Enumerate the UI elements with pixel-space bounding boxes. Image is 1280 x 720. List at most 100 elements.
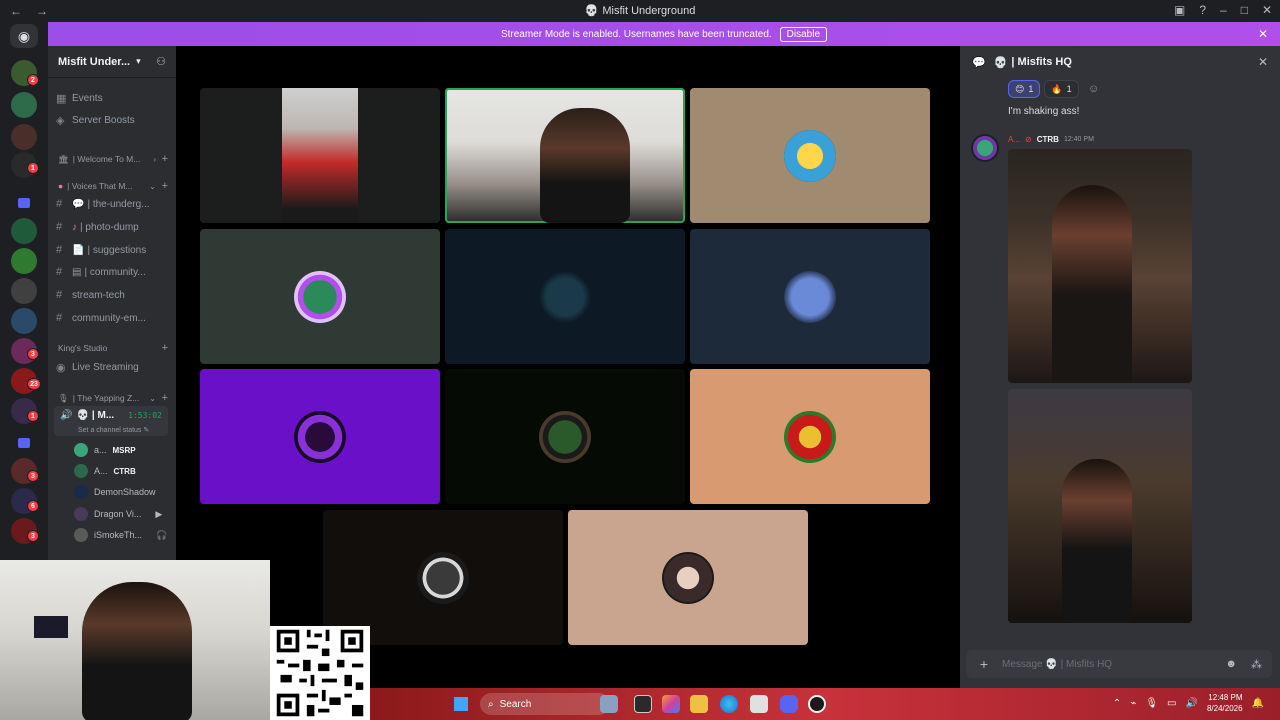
apps-icon[interactable]: ⁂: [1251, 658, 1262, 671]
display-icon[interactable]: ▭: [1167, 698, 1176, 709]
close-window-button[interactable]: ✕: [1262, 3, 1272, 17]
channel-the-underground[interactable]: # 💬 | the-underg...: [56, 194, 170, 214]
folder-icon[interactable]: [18, 438, 30, 448]
video-tile[interactable]: [690, 369, 930, 504]
voice-user[interactable]: Dragon Vi... ▶: [74, 504, 162, 524]
discord-taskbar-icon[interactable]: [780, 695, 798, 713]
unread-badge: 1: [27, 162, 39, 174]
video-tile[interactable]: [690, 229, 930, 364]
window-titlebar: ← → 💀 Misfit Underground ▣ ? – □ ✕: [0, 0, 1280, 22]
image-attachment[interactable]: [1008, 149, 1192, 383]
add-member-icon[interactable]: ⚇: [156, 55, 166, 68]
avatar[interactable]: [971, 134, 999, 162]
network-icon[interactable]: ⌁: [1130, 698, 1136, 709]
channel-community[interactable]: # ▤ | community...: [56, 262, 170, 282]
video-tile[interactable]: [690, 88, 930, 223]
reaction-button[interactable]: 😊 1: [1008, 80, 1041, 98]
server-icon[interactable]: [11, 92, 37, 118]
obs-icon[interactable]: [808, 695, 826, 713]
avatar: [539, 270, 591, 323]
message-input[interactable]: Message 💀 | Misfits HQ: [1002, 659, 1112, 670]
category-kings-studio[interactable]: King's Studio +: [58, 341, 168, 355]
channel-label: Live Streaming: [72, 361, 139, 373]
hash-icon: #: [56, 244, 63, 256]
taskbar-search[interactable]: ⌕ Search: [480, 693, 610, 715]
add-channel-icon[interactable]: +: [162, 153, 168, 165]
help-icon[interactable]: ?: [1199, 3, 1206, 17]
minimize-button[interactable]: –: [1220, 3, 1227, 17]
server-icon[interactable]: [11, 124, 37, 150]
disable-button[interactable]: Disable: [779, 26, 828, 42]
author-name[interactable]: A...: [1008, 135, 1020, 144]
banner-text: Streamer Mode is enabled. Usernames have…: [500, 28, 772, 40]
channel-suggestions[interactable]: # 📄 | suggestions: [56, 240, 170, 260]
notification-bell-icon[interactable]: 🔔: [1252, 698, 1264, 709]
channel-photo-dump[interactable]: # ♪ | photo-dump: [56, 217, 170, 237]
video-tile[interactable]: [445, 369, 685, 504]
microphone-icon[interactable]: 🎙: [1145, 698, 1158, 709]
close-icon[interactable]: ✕: [1258, 55, 1268, 69]
message-text: I'm shaking ass!: [1008, 106, 1080, 117]
server-header[interactable]: Misfit Under... ▾ ⚇: [48, 46, 176, 78]
voice-user[interactable]: a... MSRP: [74, 440, 136, 460]
server-icon[interactable]: [11, 278, 37, 304]
add-channel-icon[interactable]: +: [162, 342, 168, 354]
avatar: [539, 410, 591, 463]
file-explorer-icon[interactable]: [690, 695, 708, 713]
voice-user[interactable]: A... CTRB: [74, 461, 136, 481]
discord-home-icon[interactable]: ◉: [10, 24, 38, 48]
sidebar-item-label: Server Boosts: [72, 114, 135, 126]
pin-icon: ♪: [72, 221, 77, 233]
channel-stream-tech[interactable]: # stream-tech: [56, 285, 170, 305]
channel-status[interactable]: Set a channel status ✎: [78, 426, 149, 434]
video-tile[interactable]: [200, 88, 440, 223]
video-tile-speaking[interactable]: [445, 88, 685, 223]
edge-icon[interactable]: [720, 695, 738, 713]
folder-icon[interactable]: [18, 198, 30, 208]
video-tile[interactable]: [323, 510, 563, 645]
voice-user-name: A...: [94, 466, 108, 476]
image-attachment[interactable]: [1008, 389, 1192, 623]
hash-icon: #: [56, 266, 63, 278]
category-voices[interactable]: ● | Voices That M... ⌄ +: [58, 179, 168, 193]
add-reaction-icon[interactable]: ☺: [1083, 80, 1105, 98]
voice-user[interactable]: DemonShadow: [74, 482, 156, 502]
server-icon[interactable]: [11, 248, 37, 274]
add-attachment-icon[interactable]: +: [966, 656, 1002, 672]
voice-user[interactable]: iSmokeTh... 🎧: [74, 525, 167, 545]
message-composer[interactable]: + Message 💀 | Misfits HQ ☻ ⁂: [966, 650, 1272, 678]
add-channel-icon[interactable]: +: [162, 392, 168, 404]
maximize-button[interactable]: □: [1241, 3, 1248, 17]
channel-live-streaming[interactable]: ◉ Live Streaming: [56, 357, 170, 377]
voice-channel-row[interactable]: 🔊 💀 | M... 1:53:02: [60, 410, 162, 421]
sidebar-item-events[interactable]: ▦ Events: [56, 88, 170, 108]
avatar: [74, 507, 88, 521]
video-tile[interactable]: [445, 229, 685, 364]
clock[interactable]: 12:48 PM 8/24/2026: [1207, 692, 1243, 714]
close-icon[interactable]: ✕: [1258, 27, 1268, 41]
store-icon[interactable]: [750, 695, 768, 713]
chevron-right-icon: ›: [153, 154, 156, 164]
windows-start-icon[interactable]: [454, 697, 468, 711]
video-tile[interactable]: [200, 369, 440, 504]
video-tile[interactable]: [568, 510, 808, 645]
video-tile[interactable]: [200, 229, 440, 364]
widget-icon[interactable]: [600, 695, 618, 713]
inbox-icon[interactable]: ▣: [1174, 3, 1185, 17]
volume-icon[interactable]: 🔊: [1186, 698, 1198, 709]
category-yapping[interactable]: 🎙 | The Yapping Z... ⌄ +: [58, 391, 168, 405]
sidebar-item-server-boosts[interactable]: ◈ Server Boosts: [56, 110, 170, 130]
avatar: [662, 551, 714, 604]
reaction-button[interactable]: 🔥 1: [1044, 80, 1079, 98]
server-icon[interactable]: [11, 218, 37, 244]
server-icon[interactable]: [11, 308, 37, 334]
chevron-up-icon[interactable]: ⌃: [1113, 698, 1121, 709]
task-view-icon[interactable]: [634, 695, 652, 713]
add-channel-icon[interactable]: +: [162, 180, 168, 192]
copilot-icon[interactable]: [662, 695, 680, 713]
channel-community-em[interactable]: # community-em...: [56, 308, 170, 328]
category-welcome[interactable]: 🏛 | Welcome To M... › +: [58, 152, 168, 166]
window-title: 💀 Misfit Underground: [0, 4, 1280, 17]
skull-icon: 💀: [584, 5, 599, 17]
emoji-icon[interactable]: ☻: [1225, 658, 1237, 671]
